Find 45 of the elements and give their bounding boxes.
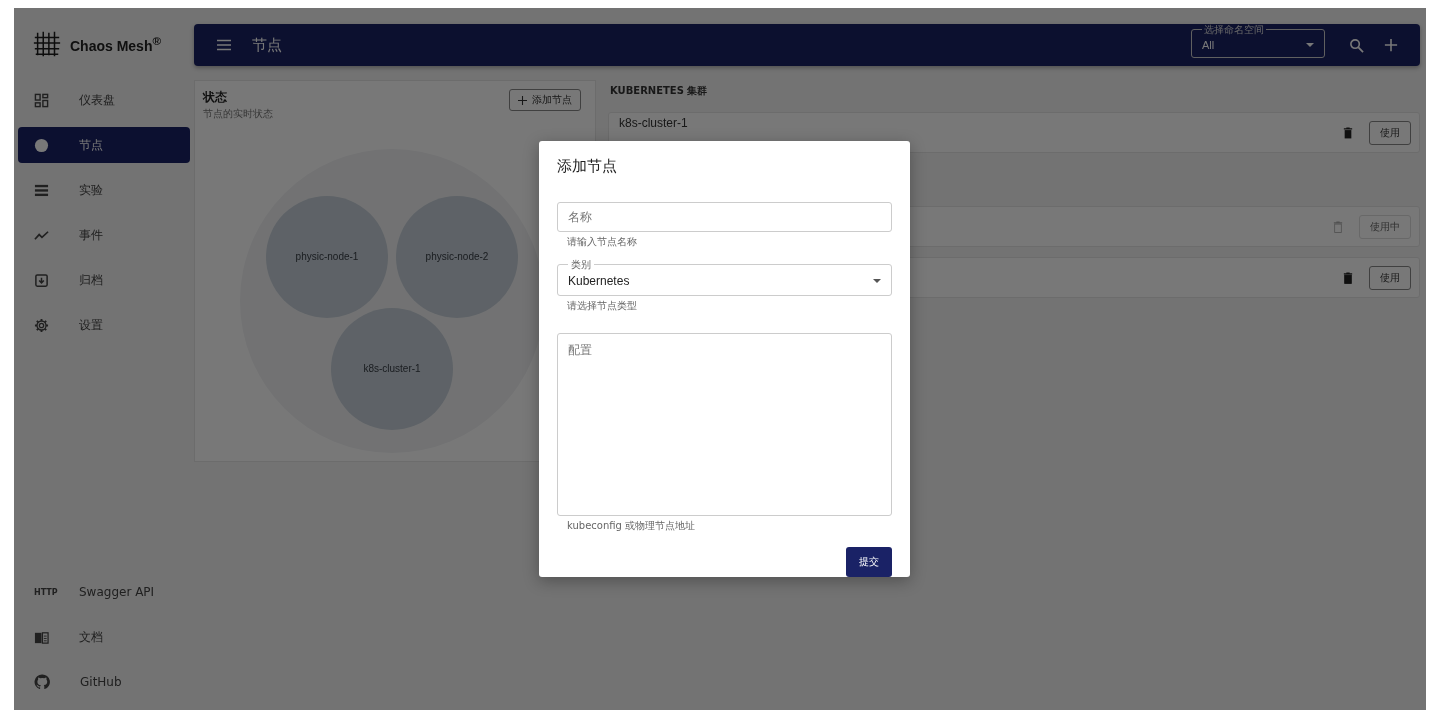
settings-icon: [34, 317, 49, 333]
sidebar-item[interactable]: 仪表盘: [18, 82, 190, 118]
delete-icon[interactable]: [1343, 126, 1353, 139]
card-title: 状态: [203, 89, 228, 106]
sidebar-link[interactable]: GitHub: [18, 664, 190, 700]
search-icon[interactable]: [1349, 37, 1364, 53]
namespace-select[interactable]: 选择命名空间 All: [1191, 24, 1325, 58]
type-select[interactable]: 类别 Kubernetes: [557, 258, 892, 296]
node-bubble[interactable]: physic-node-1: [266, 196, 388, 318]
brand-name: Chaos Mesh$^{®}$: [70, 34, 162, 54]
add-node-button[interactable]: 添加节点: [509, 89, 581, 111]
http-icon: HTTP: [34, 587, 56, 597]
sidebar-item[interactable]: 归档: [18, 262, 190, 298]
book-icon: [34, 629, 49, 645]
sidebar-link[interactable]: HTTP Swagger API: [18, 574, 190, 610]
caret-icon: [873, 278, 881, 283]
dialog-title: 添加节点: [557, 157, 618, 176]
name-field[interactable]: 名称: [557, 202, 892, 232]
submit-button[interactable]: 提交: [846, 547, 892, 577]
delete-icon[interactable]: [1343, 271, 1353, 284]
sidebar-item[interactable]: 事件: [18, 217, 190, 253]
list-icon: [34, 182, 49, 198]
node-bubble[interactable]: k8s-cluster-1: [331, 308, 453, 430]
logo-icon: [32, 29, 62, 59]
menu-icon[interactable]: [216, 37, 232, 53]
sidebar-link[interactable]: 文档: [18, 619, 190, 655]
sidebar-item[interactable]: 节点: [18, 127, 190, 163]
helper-text: kubeconfig 或物理节点地址: [566, 519, 697, 533]
use-button[interactable]: 使用: [1369, 120, 1411, 145]
archive-box-icon: [34, 272, 49, 288]
plus-icon: [518, 95, 527, 105]
caret-icon: [1306, 43, 1314, 47]
section-heading: KUBERNETES 集群: [609, 84, 709, 98]
config-field[interactable]: 配置: [557, 332, 892, 516]
sidebar-item[interactable]: 实验: [18, 172, 190, 208]
dashboard-icon: [34, 92, 49, 108]
github-logo-icon: [34, 674, 50, 690]
sidebar-item[interactable]: 设置: [18, 307, 190, 343]
helper-text: 请选择节点类型: [566, 298, 638, 313]
use-button[interactable]: 使用: [1369, 265, 1411, 290]
node-bubble[interactable]: physic-node-2: [396, 196, 518, 318]
cluster-name: k8s-cluster-1: [619, 115, 689, 130]
add-icon[interactable]: [1384, 38, 1398, 52]
page-title: 节点: [252, 35, 282, 55]
helper-text: 请输入节点名称: [566, 234, 638, 249]
